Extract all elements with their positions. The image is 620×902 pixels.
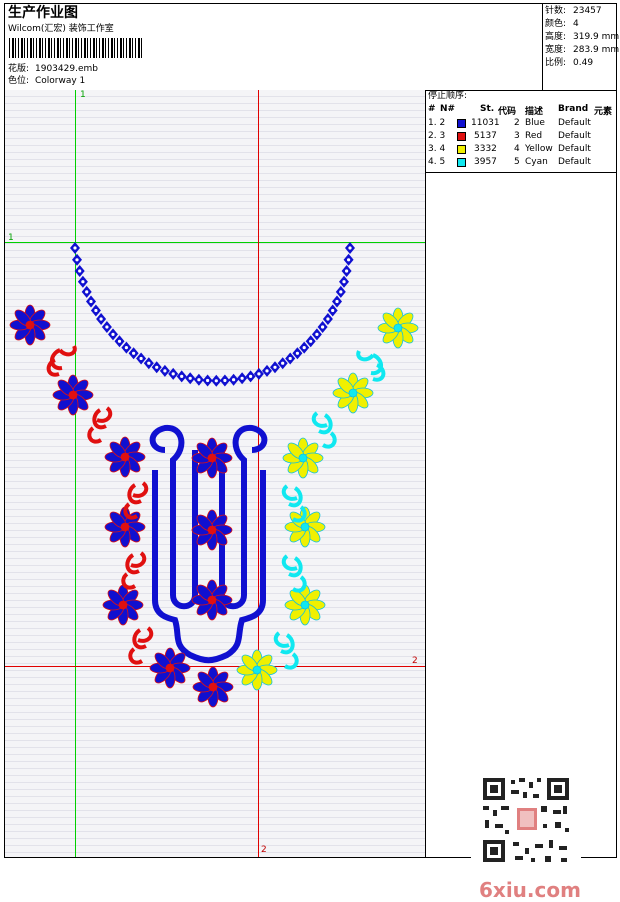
legend-header-row: # N# St. 代码 描述 Brand 元素 [426,103,616,117]
chain-diamond [72,253,82,266]
stats-panel: 针数: 23457 颜色: 4 高度: 319.9 mm 宽度: 283.9 m… [542,4,620,90]
legend-code: 5 [514,157,520,167]
colorway-value: Colorway 1 [35,76,86,86]
chain-diamond [341,265,352,277]
page-title: 生产作业图 [8,5,78,21]
watermark: 6xiu.com [479,878,581,902]
file-label: 花版: [8,64,30,74]
header-panel: 生产作业图 Wilcom(汇宏) 装饰工作室 花版: 1903429.emb 色… [5,4,620,91]
chain-diamond [159,364,170,377]
stat-label: 比例: [545,58,567,68]
chain-diamond [81,285,92,298]
legend-brand: Default [558,131,591,141]
legend-num: 1. 2 [428,118,446,128]
legend-brand: Default [558,144,591,154]
legend-desc: Blue [525,118,545,128]
legend-row: 3. 4 3332 4 Yellow Default [426,143,616,156]
legend-header: Brand [558,104,589,114]
stat-value: 319.9 mm [573,32,620,42]
legend-code: 2 [514,118,520,128]
chain-diamond [114,335,125,348]
stat-value: 0.49 [573,58,594,68]
chain-diamond [262,364,272,377]
legend-code: 4 [514,144,520,154]
chain-diamond [101,321,112,333]
legend-stitches: 3957 [474,157,497,167]
legend-desc: Red [525,131,543,141]
company-name: Wilcom(汇宏) 装饰工作室 [8,24,114,34]
legend-row: 4. 5 3957 5 Cyan Default [426,156,616,169]
chain-diamond [77,275,88,288]
chain-diamond [253,367,264,380]
stat-value: 4 [573,19,579,29]
chain-diamond [168,367,179,380]
chain-diamond [339,275,349,288]
legend-row: 2. 3 5137 3 Red Default [426,130,616,143]
stat-label: 宽度: [545,45,567,55]
chain-diamond [228,373,239,386]
chain-diamond [108,328,118,341]
legend-num: 4. 5 [428,157,446,167]
left-flowers [9,304,234,708]
color-swatch [457,158,466,167]
chain-diamond [219,374,230,387]
legend-num: 3. 4 [428,144,446,154]
chain-diamond [70,242,80,254]
legend-desc: Yellow [525,144,553,154]
chain-diamond [345,242,355,254]
chain-diamond [185,372,196,385]
legend-stitches: 3332 [474,144,497,154]
stat-value: 23457 [573,6,602,16]
barcode [9,38,143,58]
chain-diamond [86,295,96,308]
file-name: 1903429.emb [35,64,98,74]
chain-diamond [237,372,248,385]
stat-value: 283.9 mm [573,45,620,55]
design-canvas: 1 1 2 2 6xiu.com [5,90,581,902]
production-sheet: 生产作业图 Wilcom(汇宏) 装饰工作室 花版: 1903429.emb 色… [4,3,620,902]
legend-brand: Default [558,118,591,128]
stat-label: 针数: [545,6,567,16]
legend-stitches: 11031 [471,118,500,128]
legend-desc: Cyan [525,157,548,167]
legend-header: 描述 [525,107,544,117]
qr-code-graphic [479,774,573,866]
legend-header: 代码 [498,107,517,117]
embroidery-design [9,242,419,708]
colorway-label: 色位: [8,76,30,86]
legend-brand: Default [558,157,591,167]
legend-header: # [428,104,436,114]
chain-diamond [343,253,354,266]
stop-sequence-legend: 停止顺序: # N# St. 代码 描述 Brand 元素 1. 2 11031… [426,90,616,173]
legend-stitches: 5137 [474,131,497,141]
legend-header: 元素 [594,107,613,117]
color-swatch [457,145,466,154]
chain-diamond [74,265,85,277]
legend-row: 1. 2 11031 2 Blue Default [426,117,616,130]
chain-diamond [245,370,256,383]
stat-label: 颜色: [545,19,567,29]
chain-diamond [202,374,213,387]
chain-diamond [96,313,107,325]
qr-code [471,770,581,870]
legend-header: St. [480,104,495,114]
color-swatch [457,119,466,128]
legend-code: 3 [514,131,520,141]
diamond-chain [70,242,355,387]
chain-diamond [176,370,187,383]
legend-title: 停止顺序: [428,91,468,101]
chain-diamond [90,304,101,317]
stat-label: 高度: [545,32,567,42]
color-swatch [457,132,466,141]
legend-num: 2. 3 [428,131,446,141]
chain-diamond [211,374,222,387]
chain-diamond [193,373,204,386]
legend-header: N# [440,104,456,114]
